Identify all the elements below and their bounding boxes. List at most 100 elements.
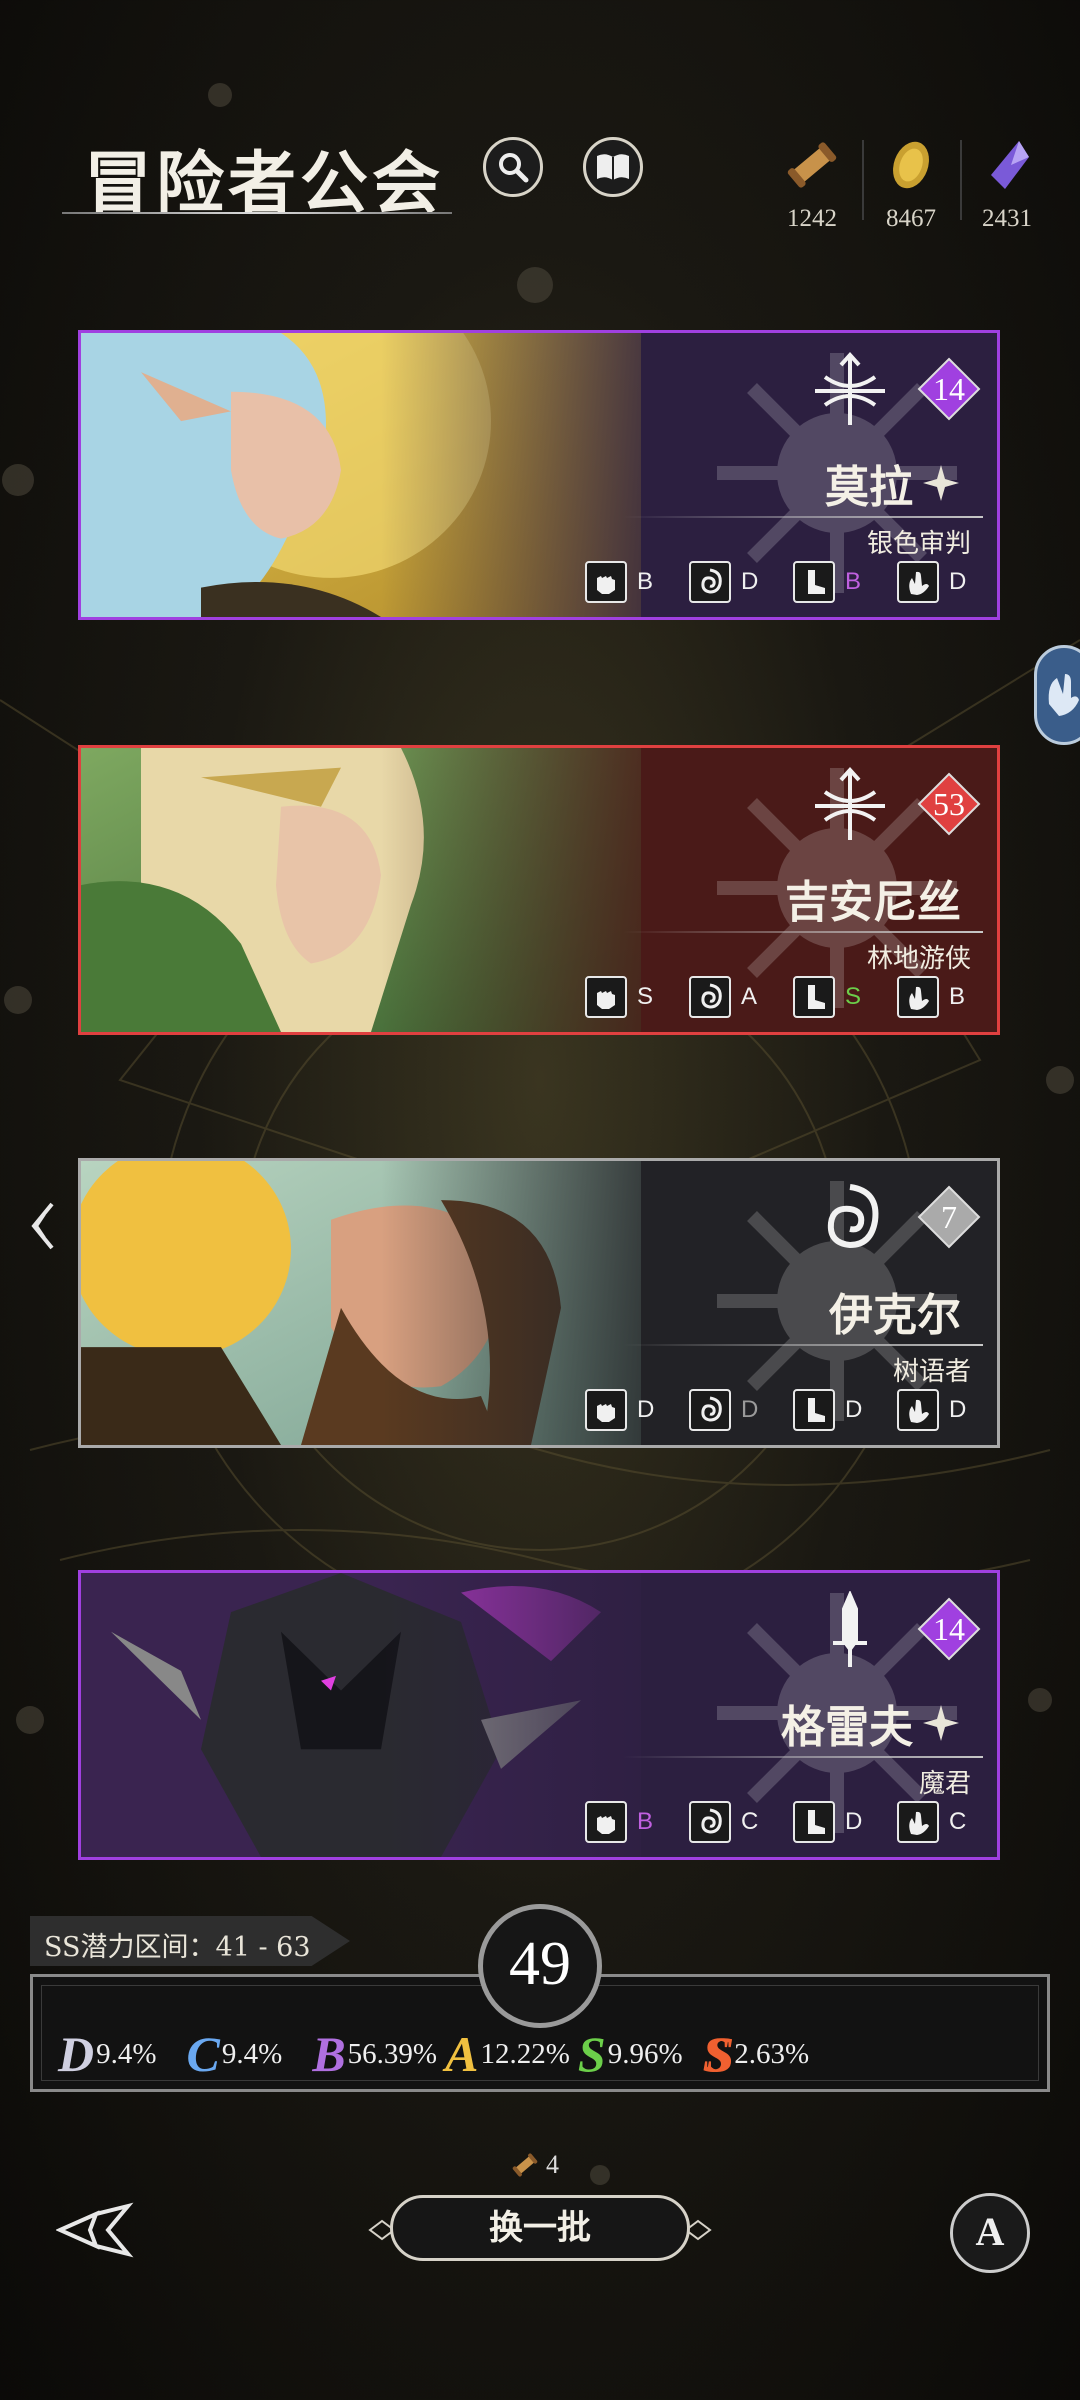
stat-grade: S [845,983,862,1010]
hero-name-row: 伊克尔 [829,1279,961,1343]
crystal-count: 2431 [982,205,1032,232]
fist-icon [597,576,615,594]
stat-grade: C [741,1808,759,1835]
level-badge: 14 [917,1597,981,1661]
hero-title: 林地游侠 [866,944,971,974]
resource-crystal: 2431 [962,135,1052,233]
hero-stats: DDDD [585,1389,975,1431]
hero-name: 格雷夫 [781,1702,913,1753]
level-value: 53 [933,786,965,822]
hero-stats: SASB [585,976,975,1018]
ss-potential-label: SS潜力区间：41 - 63 [44,1932,311,1963]
stat-hand: B [897,976,975,1018]
level-badge: 53 [917,772,981,836]
stat-fist: D [585,1389,663,1431]
resource-scroll: 1242 [767,135,857,233]
stat-grade: B [637,1808,654,1835]
ss-potential-tag: SS潜力区间：41 - 63 [30,1916,350,1966]
star-icon [923,465,959,501]
stat-vortex: D [689,561,767,603]
stat-fist: B [585,1801,663,1843]
divider [623,1344,983,1346]
hero-card[interactable]: 14 莫拉 银色审判 B D B D [78,330,1000,620]
boot-icon [808,1398,825,1422]
hero-card[interactable]: 53 吉安尼丝 林地游侠 S A S B [78,745,1000,1035]
dagger-icon [833,1591,867,1667]
divider [862,140,864,220]
grade-letter: A [445,2026,479,2082]
grade-s: S 9.96% [578,2025,683,2083]
star-icon [923,1705,959,1741]
auto-button[interactable]: A [950,2193,1030,2273]
grade-letter: S [577,2026,606,2082]
stat-vortex: A [689,976,767,1018]
divider [623,931,983,933]
stat-grade: D [845,1808,863,1835]
potential-value-badge: 49 [478,1904,602,2028]
grade-percent: 56.39% [347,2037,438,2070]
stat-grade: A [741,983,758,1010]
stat-boot: B [793,561,871,603]
divider [623,516,983,518]
stat-grade: B [949,983,966,1010]
stat-grade: D [949,1396,967,1423]
grade-percent: 12.22% [480,2037,570,2070]
grade-letter: B [312,2026,346,2082]
vortex-icon [701,983,722,1009]
hero-name: 伊克尔 [829,1290,961,1341]
grade-percent: 9.4% [221,2037,283,2070]
collapse-arrow-icon[interactable] [22,1196,62,1256]
stat-hand: D [897,561,975,603]
grade-a: A 12.22% [445,2025,570,2083]
level-value: 14 [933,371,965,407]
grade-percent: 9.96% [607,2037,683,2070]
stat-hand: C [897,1801,975,1843]
hero-title: 银色审判 [866,529,971,559]
grade-letter: C [186,2026,220,2082]
codex-button[interactable] [583,137,643,197]
grade-letter: SS [702,2026,734,2082]
hero-name-row: 格雷夫 [781,1691,961,1755]
stat-vortex: D [689,1389,767,1431]
level-badge: 14 [917,357,981,421]
boot-icon [808,985,825,1009]
fist-icon [597,1816,615,1834]
stat-boot: D [793,1801,871,1843]
hand-icon [1048,674,1079,716]
stat-hand: D [897,1389,975,1431]
hand-icon [909,986,929,1010]
gold-count: 8467 [886,205,936,232]
search-icon [499,153,529,183]
crystal-icon [991,141,1029,189]
hero-name: 莫拉 [825,462,913,513]
stat-grade: D [637,1396,655,1423]
hero-title: 魔君 [918,1769,971,1799]
stat-grade: D [949,568,967,595]
vortex-icon [701,1396,722,1422]
fist-icon [597,1404,615,1422]
stat-grade: B [845,568,862,595]
hero-title: 树语者 [892,1357,971,1387]
back-arrow-icon[interactable] [56,2200,136,2260]
hand-icon [909,571,929,595]
scroll-count: 1242 [787,205,837,232]
refresh-cost: 4 [510,2150,559,2180]
gold-coin-icon [893,141,929,189]
stat-grade: C [949,1808,967,1835]
grade-letter: D [58,2026,95,2082]
hand-icon [909,1811,929,1835]
hero-card[interactable]: 14 格雷夫 魔君 B C D C [78,1570,1000,1860]
grade-percent: 9.4% [96,2037,157,2070]
hero-stats: BDBD [585,561,975,603]
search-button[interactable] [483,137,543,197]
potential-value: 49 [509,1930,571,1998]
side-shortcut-button[interactable] [1034,645,1080,745]
bow-icon [815,767,885,840]
stat-grade: D [845,1396,863,1423]
hero-card[interactable]: 7 伊克尔 树语者 D D D D [78,1158,1000,1448]
level-value: 14 [933,1611,965,1647]
stat-fist: S [585,976,663,1018]
grade-d: D 9.4% [58,2025,157,2083]
auto-label: A [975,2209,1005,2254]
refresh-button[interactable]: 换一批 [368,2195,712,2265]
